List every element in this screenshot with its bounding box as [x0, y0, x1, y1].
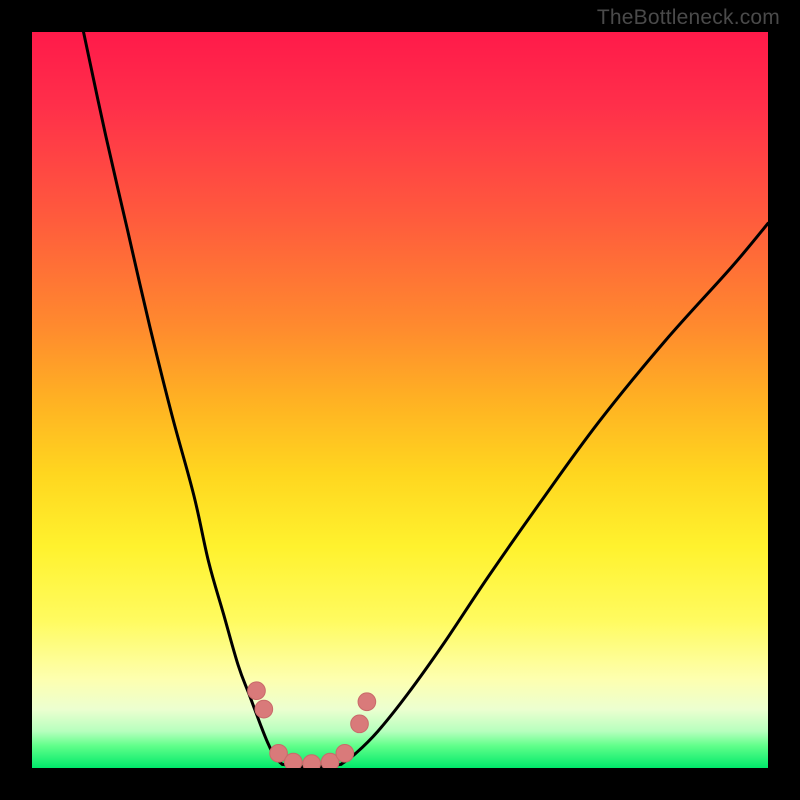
left-curve	[84, 32, 283, 764]
data-marker	[351, 715, 369, 733]
data-marker	[303, 755, 321, 768]
data-marker	[336, 744, 354, 762]
plot-area	[32, 32, 768, 768]
marker-layer	[248, 682, 376, 768]
data-marker	[358, 693, 376, 711]
data-marker	[248, 682, 266, 700]
chart-svg	[32, 32, 768, 768]
curve-layer	[84, 32, 768, 767]
data-marker	[284, 753, 302, 768]
outer-frame: TheBottleneck.com	[0, 0, 800, 800]
watermark-text: TheBottleneck.com	[597, 6, 780, 30]
data-marker	[255, 700, 273, 718]
right-curve	[341, 223, 768, 764]
